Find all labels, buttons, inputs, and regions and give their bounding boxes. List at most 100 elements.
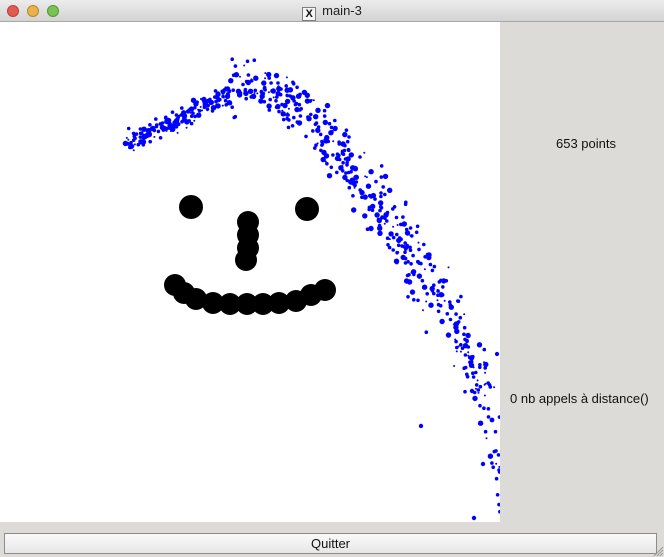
scatter-point [285,113,289,117]
scatter-point [344,128,349,132]
scatter-point [253,92,256,94]
scatter-point [474,370,478,375]
scatter-point [131,138,136,142]
scatter-point [377,223,382,228]
scatter-point [351,207,357,213]
scatter-point [136,142,141,147]
scatter-point [463,389,467,394]
scatter-point [231,88,235,92]
scatter-point [448,317,453,322]
scatter-point [304,92,310,99]
scatter-point [231,73,236,77]
scatter-point [458,315,463,320]
scatter-point [406,295,410,299]
scatter-point [487,453,494,459]
scatter-point [197,109,202,113]
scatter-point [267,108,272,112]
scatter-point [224,103,228,107]
scatter-point [324,160,327,163]
scatter-point [329,165,334,170]
scatter-point [287,87,294,93]
scatter-point [439,318,445,325]
scatter-point [423,268,426,271]
scatter-point [486,415,491,419]
scatter-point [309,101,312,103]
scatter-point [324,102,331,109]
scatter-point [189,114,194,118]
scatter-point [332,125,338,132]
scatter-point [463,313,466,316]
resize-grip-icon[interactable] [652,545,664,557]
scatter-point [467,351,470,354]
scatter-point [490,461,494,465]
right-eye [295,197,319,221]
scatter-point [337,157,342,162]
scatter-point [215,103,219,107]
scatter-point [189,111,192,114]
scatter-point [391,235,396,240]
scatter-point [471,515,477,521]
scatter-point [335,170,339,175]
scatter-point [468,355,475,361]
scatter-point [230,57,234,61]
scatter-point [411,253,415,258]
scatter-point [249,79,254,83]
scatter-point [360,195,364,199]
scatter-point [374,212,380,218]
scatter-point [324,140,329,144]
scatter-point [343,175,347,179]
scatter-point [287,118,291,122]
scatter-point [483,361,485,364]
scatter-point [388,231,394,237]
scatter-point [417,261,422,265]
face-drawing [164,195,336,315]
scatter-point [462,366,467,371]
scatter-point [314,121,319,125]
scatter-point [415,224,420,229]
scatter-point [374,179,378,184]
scatter-point [483,429,488,434]
scatter-point [243,64,246,67]
scatter-point [428,262,433,267]
scatter-point [282,102,288,109]
scatter-point [408,248,413,252]
scatter-point [228,78,234,84]
scatter-point [459,294,463,299]
scatter-point [414,230,419,235]
scatter-point [342,131,348,138]
scatter-point [477,391,480,394]
scatter-point [321,149,327,156]
scatter-point [396,239,399,242]
scatter-point [281,117,286,122]
scatter-point [309,112,313,117]
scatter-point [408,226,413,230]
x11-icon: X [302,7,317,21]
scatter-point [125,141,130,146]
drawing-canvas[interactable] [0,22,500,522]
scatter-point [322,119,328,126]
scatter-point [224,86,227,89]
scatter-point [476,342,483,348]
scatter-point [132,149,135,152]
scatter-point [141,143,146,147]
scatter-point [396,224,399,226]
scatter-point [205,107,210,111]
scatter-point [447,266,450,269]
scatter-point [416,273,423,279]
scatter-point [489,417,495,423]
scatter-point [353,186,356,189]
scatter-point [351,194,355,198]
scatter-point [148,139,152,144]
scatter-point [296,93,301,98]
scatter-point [261,80,267,86]
scatter-point [400,222,405,227]
scatter-point [482,347,487,352]
scatter-point [445,312,450,316]
scatter-point [469,388,475,394]
quit-button[interactable]: Quitter [4,533,657,554]
scatter-point [318,132,323,137]
scatter-point [264,72,267,75]
scatter-point [315,107,321,114]
point-cloud-svg[interactable] [0,22,500,522]
scatter-point [436,299,439,302]
